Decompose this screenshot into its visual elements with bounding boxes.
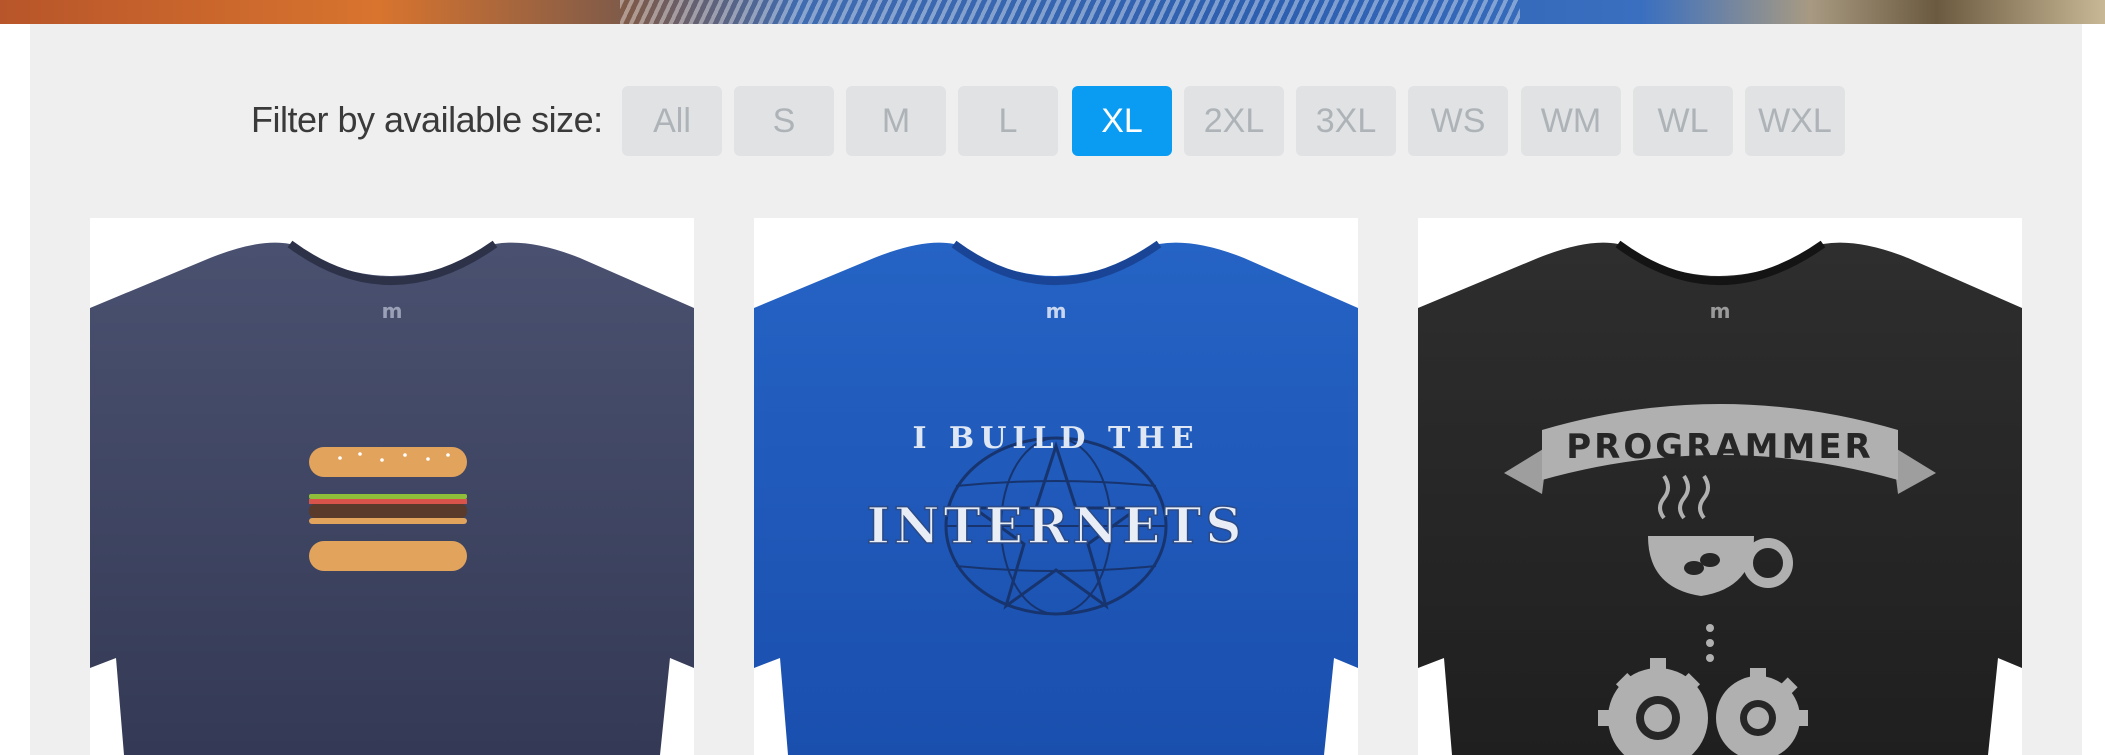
product-listing-panel: Filter by available size: All S M L XL 2… (30, 24, 2082, 755)
product-card-hamburger[interactable]: m (90, 218, 694, 755)
size-filter-label: Filter by available size: (251, 99, 603, 140)
size-filter-l[interactable]: L (958, 86, 1058, 156)
size-filter-all[interactable]: All (622, 86, 722, 156)
size-filter-wxl[interactable]: WXL (1745, 86, 1845, 156)
size-filter-ws[interactable]: WS (1408, 86, 1508, 156)
size-filter-wm[interactable]: WM (1521, 86, 1621, 156)
size-filter-bar: Filter by available size: All S M L XL 2… (30, 86, 2082, 156)
size-filter-3xl[interactable]: 3XL (1296, 86, 1396, 156)
svg-text:m: m (1046, 299, 1067, 323)
svg-text:m: m (382, 299, 403, 323)
product-image-hamburger-shirt: m (90, 240, 694, 755)
svg-text:m: m (1710, 299, 1731, 323)
design-text-banner: PROGRAMMER (1566, 427, 1873, 467)
product-image-internets-shirt: m I BUILD THE INTERNETS (754, 240, 1358, 755)
size-filter-2xl[interactable]: 2XL (1184, 86, 1284, 156)
hero-banner-image (0, 0, 2105, 24)
product-card-programmer[interactable]: m PROGRAMMER (1418, 218, 2022, 755)
design-text-main: INTERNETS (866, 496, 1245, 555)
product-image-programmer-shirt: m PROGRAMMER (1418, 240, 2022, 755)
size-filter-xl[interactable]: XL (1072, 86, 1172, 156)
size-filter-wl[interactable]: WL (1633, 86, 1733, 156)
size-filter-m[interactable]: M (846, 86, 946, 156)
product-card-internets[interactable]: m I BUILD THE INTERNETS (754, 218, 1358, 755)
design-text-top: I BUILD THE (912, 421, 1199, 456)
size-filter-s[interactable]: S (734, 86, 834, 156)
hamburger-design-icon (309, 447, 467, 571)
